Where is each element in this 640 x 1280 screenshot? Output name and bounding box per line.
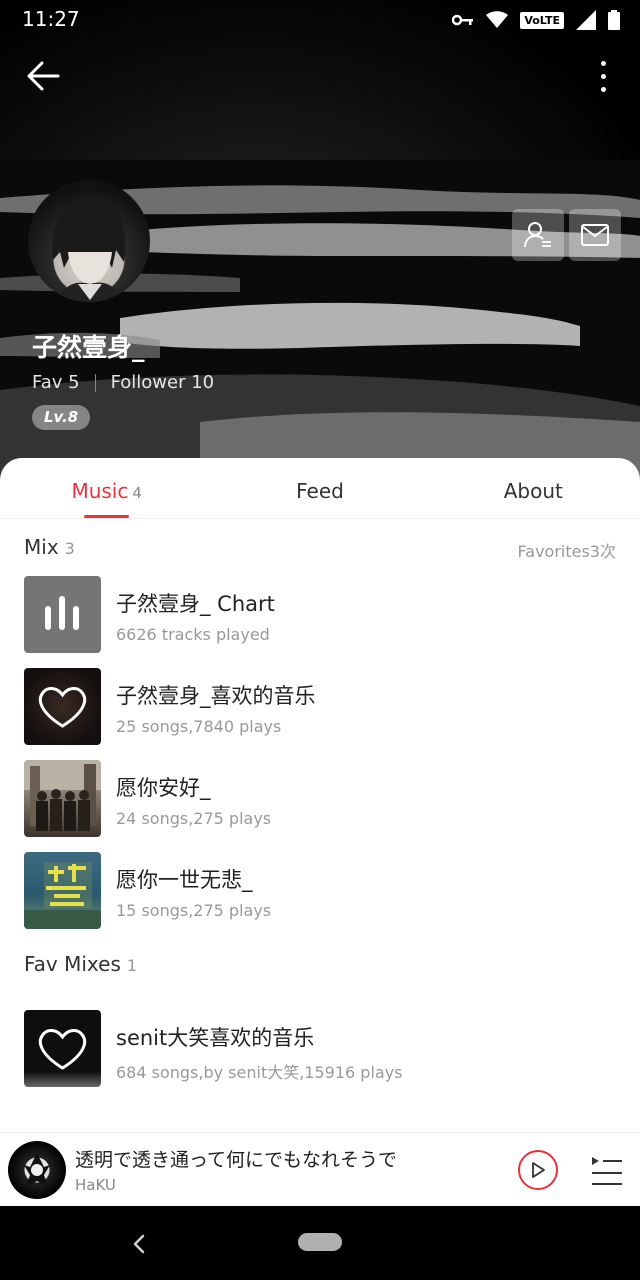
fav-count: 1 [126,956,138,975]
profile-header: 11:27 VoLTE 子然壹身_ Fav 5 Follower 10 Lv.8 [0,0,640,480]
battery-icon [608,10,620,30]
mini-player[interactable]: 透明で透き通って何にでもなれそうで HaKU [0,1132,640,1206]
liked-cover [24,668,101,745]
playlist-subtitle: 25 songs,7840 plays [116,717,282,736]
avatar-portrait [52,195,126,302]
favorites-count-label[interactable]: Favorites3次 [518,538,616,562]
wifi-icon [486,11,509,28]
section-title: Fav Mixes 1 [24,952,137,976]
playlist-item[interactable]: 子然壹身_喜欢的音乐 25 songs,7840 plays [0,668,640,760]
avatar[interactable] [28,180,150,302]
tab-about-label: About [503,479,563,503]
message-button[interactable] [569,209,621,261]
band-photo-cover [24,760,101,837]
playlist-item[interactable]: senit大笑喜欢的音乐 684 songs,by senit大笑,15916 … [0,1010,640,1102]
add-user-icon [524,222,551,248]
vpn-key-icon [452,14,474,26]
playlist-title: 愿你安好_ [116,776,211,800]
more-options-icon[interactable] [588,58,618,94]
tab-music-count: 4 [132,484,142,502]
stats-divider [94,373,96,392]
follow-button[interactable] [512,209,564,261]
now-playing-artist: HaKU [75,1176,116,1194]
section-title: Mix 3 [24,535,75,559]
heart-icon [38,687,87,728]
mix-title: Mix [24,535,59,559]
chart-cover [24,576,101,653]
album-art [24,862,101,929]
mail-icon [581,224,609,246]
signal-icon [576,10,596,30]
playlist-title: 子然壹身_ Chart [116,592,275,616]
playlist-subtitle: 6626 tracks played [116,625,270,644]
now-playing-title: 透明で透き通って何にでもなれそうで [75,1149,398,1171]
playlist-item[interactable]: 愿你一世无悲_ 15 songs,275 plays [0,852,640,944]
tab-feed[interactable]: Feed [213,458,426,518]
playlist-item[interactable]: 子然壹身_ Chart 6626 tracks played [0,576,640,668]
volte-badge: VoLTE [520,11,564,29]
profile-stats: Fav 5 Follower 10 [32,372,214,393]
tab-music-label: Music [71,479,129,503]
fav-title: Fav Mixes [24,952,121,976]
tab-bar: Music 4 Feed About [0,458,640,519]
playlist-title: senit大笑喜欢的音乐 [116,1026,315,1050]
playlist-title: 愿你一世无悲_ [116,868,253,892]
album-art-cover [24,852,101,929]
tab-feed-label: Feed [296,479,344,503]
playlist-item[interactable]: 愿你安好_ 24 songs,275 plays [0,760,640,852]
profile-name: 子然壹身_ [32,333,145,362]
tab-active-indicator [84,515,129,518]
fav-count[interactable]: Fav 5 [32,372,80,393]
playlist-subtitle: 24 songs,275 plays [116,809,272,828]
follower-count[interactable]: Follower 10 [111,372,215,393]
tab-music[interactable]: Music 4 [0,458,213,518]
status-time: 11:27 [22,7,80,31]
level-badge[interactable]: Lv.8 [32,405,91,430]
mix-section-header: Mix 3 Favorites3次 [0,519,640,565]
profile-content: Music 4 Feed About Mix 3 Favorites3次 子然壹身_… [0,458,640,1206]
nav-home-pill[interactable] [298,1233,342,1251]
chart-icon [45,596,79,630]
nav-back-icon[interactable] [128,1230,150,1258]
system-nav-bar [0,1206,640,1280]
status-bar: 11:27 VoLTE [0,0,640,40]
playlist-queue-icon[interactable] [588,1153,624,1187]
playlist-subtitle: 684 songs,by senit大笑,15916 plays [116,1063,403,1082]
status-icons: VoLTE [452,8,620,32]
artwork-image [24,1153,50,1187]
fav-mix-cover [24,1010,101,1087]
now-playing-artwork[interactable] [8,1141,66,1199]
heart-icon [38,1029,87,1070]
fav-section-header: Fav Mixes 1 [0,944,640,996]
play-icon [532,1162,545,1178]
mix-count: 3 [64,539,75,558]
back-arrow-icon[interactable] [24,58,64,94]
band-photo [24,760,101,831]
playlist-title: 子然壹身_喜欢的音乐 [116,684,316,708]
playlist-subtitle: 15 songs,275 plays [116,901,272,920]
tab-about[interactable]: About [427,458,640,518]
play-button[interactable] [518,1150,558,1190]
